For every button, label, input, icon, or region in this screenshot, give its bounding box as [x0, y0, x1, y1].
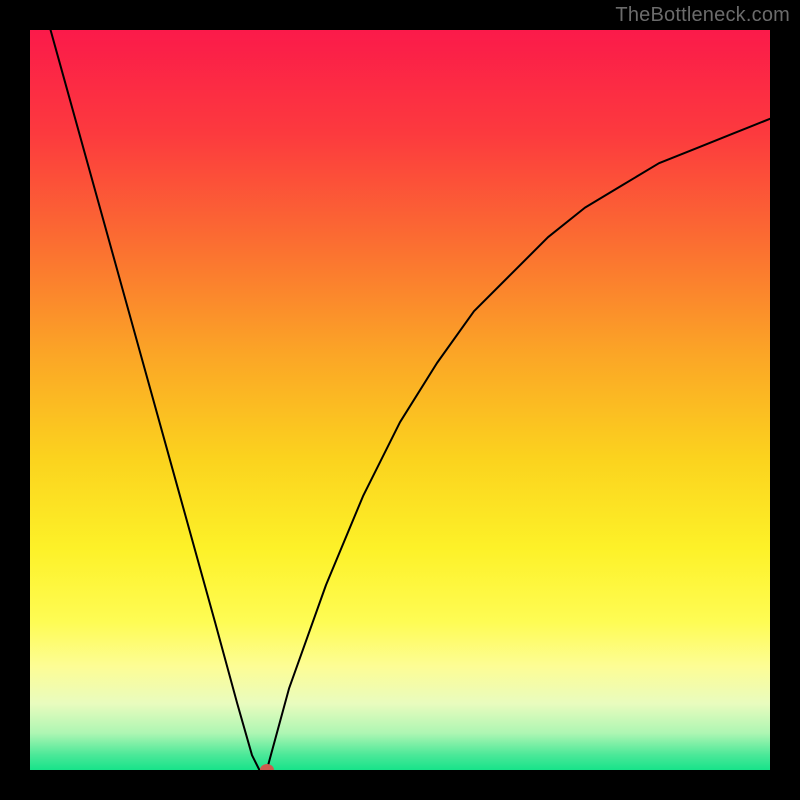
watermark-text: TheBottleneck.com [615, 4, 790, 27]
optimal-point-marker [260, 764, 274, 770]
chart-frame: TheBottleneck.com [0, 0, 800, 800]
background-gradient [30, 30, 770, 770]
plot-area [30, 30, 770, 770]
